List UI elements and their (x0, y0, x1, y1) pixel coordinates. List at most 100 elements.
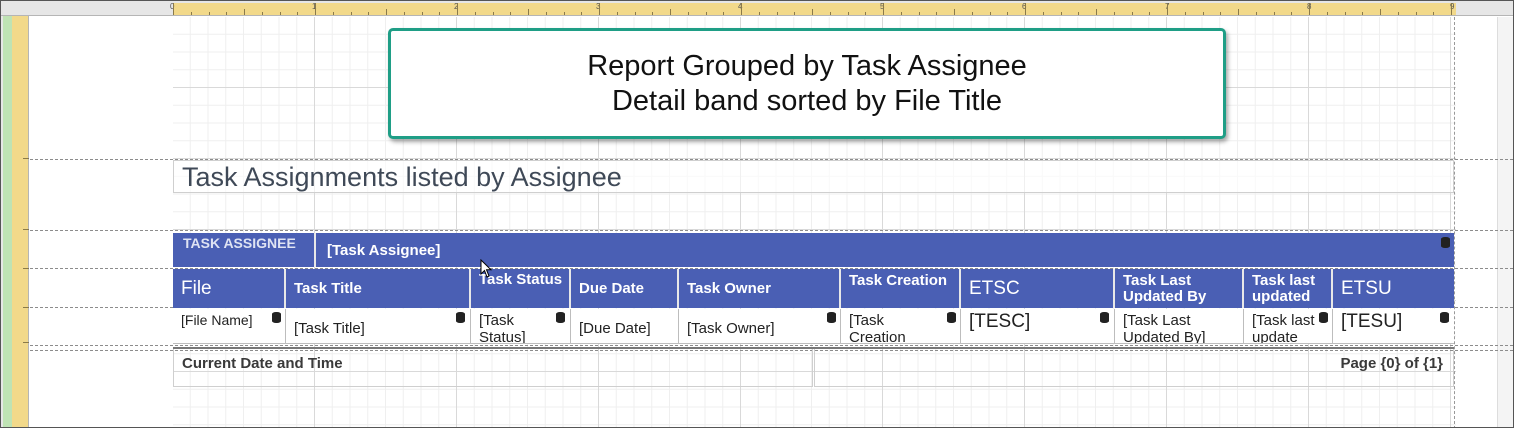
detail-cell-text: [Task Creation (849, 312, 906, 344)
ruler-tick (226, 12, 228, 15)
ruler-tick (1344, 12, 1346, 15)
page-margin-line (1454, 17, 1455, 427)
band-separator[interactable] (30, 345, 1513, 346)
detail-cell-task-title[interactable]: [Task Title] (286, 309, 471, 344)
ruler-tick (1042, 12, 1044, 15)
ruler-tick (936, 12, 938, 15)
column-header-band[interactable]: File Task Title Task Status Due Date Tas… (173, 269, 1454, 308)
footer-date-time-label[interactable]: Current Date and Time (173, 349, 813, 387)
column-header-task-owner[interactable]: Task Owner (679, 269, 841, 308)
ruler-tick (386, 9, 387, 15)
ruler-tick (1362, 12, 1364, 15)
detail-cell-etsu[interactable]: [TESU] (1333, 309, 1454, 344)
column-header-due-date[interactable]: Due Date (571, 269, 679, 308)
callout-line-2: Detail band sorted by File Title (611, 84, 1003, 117)
callout-annotation: Report Grouped by Task Assignee Detail b… (388, 28, 1226, 139)
ruler-tick (741, 3, 742, 15)
ruler-tick (439, 12, 441, 15)
ruler-tick (616, 12, 618, 15)
ruler-tick (581, 12, 583, 15)
ruler-tick (634, 12, 636, 15)
page-footer-band[interactable]: Current Date and Time Page {0} of {1} (173, 347, 1454, 387)
detail-cell-task-last-updated-by[interactable]: [Task Last Updated By] (1115, 309, 1244, 344)
ruler-tick (297, 12, 299, 15)
callout-line-1: Report Grouped by Task Assignee (587, 49, 1027, 82)
ruler-tick (261, 12, 263, 15)
database-field-icon (827, 312, 836, 323)
ruler-tick (1433, 12, 1435, 15)
ruler-tick (332, 12, 334, 15)
detail-cell-text: [TESC] (969, 311, 1031, 332)
column-header-task-creation[interactable]: Task Creation (841, 269, 961, 308)
detail-cell-file[interactable]: [File Name] (173, 309, 286, 344)
column-header-task-title[interactable]: Task Title (286, 269, 471, 308)
detail-cell-due-date[interactable]: [Due Date] (571, 309, 679, 344)
detail-cell-text: [Task Owner] (687, 320, 775, 337)
group-header-label[interactable]: TASK ASSIGNEE (173, 233, 316, 267)
detail-cell-text: [Task Title] (294, 320, 365, 337)
group-header-field[interactable]: [Task Assignee] (327, 242, 440, 259)
column-header-task-last-updated[interactable]: Task last updated (1244, 269, 1333, 308)
vertical-ruler-page-area (12, 16, 29, 427)
ruler-tick (244, 9, 245, 15)
ruler-tick (1326, 12, 1328, 15)
ruler-tick (1220, 12, 1222, 15)
database-field-icon (1100, 312, 1109, 323)
ruler-tick (173, 3, 174, 15)
ruler-tick (492, 12, 494, 15)
column-header-etsu[interactable]: ETSU (1333, 269, 1454, 308)
ruler-tick (1096, 9, 1097, 15)
ruler-tick (350, 12, 352, 15)
ruler-tick (829, 12, 831, 15)
ruler-tick (599, 3, 600, 15)
ruler-tick (23, 307, 29, 308)
ruler-tick (1273, 12, 1275, 15)
ruler-tick (1007, 12, 1009, 15)
horizontal-ruler: 0 1 2 3 4 5 6 7 8 9 (1, 1, 1513, 16)
column-header-etsc[interactable]: ETSC (961, 269, 1115, 308)
ruler-tick (1060, 12, 1062, 15)
database-field-icon (947, 312, 956, 323)
vertical-scrollbar[interactable] (1497, 17, 1513, 427)
ruler-tick (1380, 9, 1381, 15)
ruler-tick (510, 12, 512, 15)
ruler-tick (847, 12, 849, 15)
ruler-tick (1415, 12, 1417, 15)
report-title-label[interactable]: Task Assignments listed by Assignee (173, 160, 1454, 193)
detail-cell-task-last-updated[interactable]: [Task last update (1244, 309, 1333, 344)
ruler-tick (900, 12, 902, 15)
database-field-icon (1319, 312, 1328, 323)
detail-cell-task-owner[interactable]: [Task Owner] (679, 309, 841, 344)
ruler-tick (1113, 12, 1115, 15)
ruler-tick (1255, 12, 1257, 15)
ruler-tick (1397, 12, 1399, 15)
mouse-pointer-icon (480, 259, 493, 278)
column-header-file[interactable]: File (173, 269, 286, 308)
detail-cell-task-status[interactable]: [Task Status] (471, 309, 571, 344)
detail-cell-text: [Task Status] (479, 312, 526, 344)
ruler-tick (794, 12, 796, 15)
database-field-icon (456, 312, 465, 323)
ruler-tick (687, 12, 689, 15)
ruler-tick (989, 12, 991, 15)
column-header-task-last-updated-by[interactable]: Task Last Updated By (1115, 269, 1244, 308)
ruler-tick (776, 12, 778, 15)
detail-cell-etsc[interactable]: [TESC] (961, 309, 1115, 344)
ruler-tick (23, 268, 29, 269)
group-header-band[interactable]: TASK ASSIGNEE [Task Assignee] (173, 233, 1454, 267)
ruler-tick (705, 12, 707, 15)
band-separator[interactable] (30, 230, 1513, 231)
ruler-tick (190, 12, 192, 15)
ruler-tick (1202, 12, 1204, 15)
detail-band[interactable]: [File Name] [Task Title] [Task Status] [… (173, 309, 1454, 344)
ruler-tick (403, 12, 405, 15)
ruler-tick (1131, 12, 1133, 15)
detail-cell-task-creation[interactable]: [Task Creation (841, 309, 961, 344)
ruler-tick (652, 12, 654, 15)
ruler-tick (1167, 3, 1168, 15)
detail-cell-text: [Task Last Updated By] (1123, 312, 1206, 344)
database-field-icon (1441, 237, 1450, 248)
footer-page-number[interactable]: Page {0} of {1} (814, 349, 1454, 387)
ruler-tick (208, 12, 210, 15)
ruler-tick (883, 3, 884, 15)
